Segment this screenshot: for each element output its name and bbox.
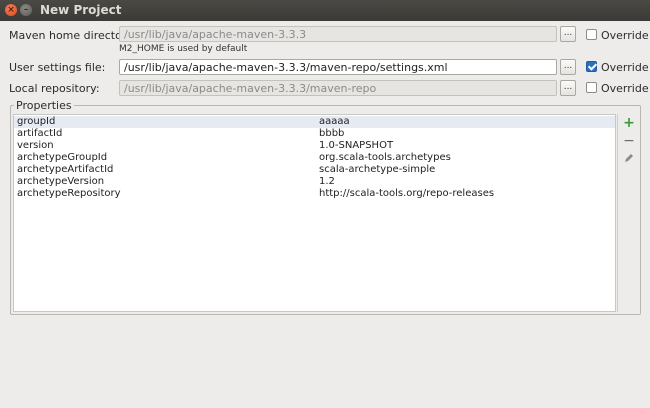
window-title: New Project [40,3,122,17]
local-repo-override-checkbox[interactable] [586,82,597,93]
maven-home-override-label: Override [601,29,649,42]
property-value[interactable]: aaaaa [319,116,350,128]
user-settings-browse-button[interactable]: ... [560,59,576,75]
close-icon[interactable]: × [5,4,17,16]
property-row[interactable]: archetypeGroupId org.scala-tools.archetyp… [14,152,615,164]
maven-home-browse-button[interactable]: ... [560,26,576,42]
property-value[interactable]: bbbb [319,128,344,140]
property-value[interactable]: http://scala-tools.org/repo-releases [319,188,494,200]
pencil-icon[interactable] [622,152,636,166]
property-key: archetypeVersion [17,176,105,187]
property-row[interactable]: version 1.0-SNAPSHOT [14,140,615,152]
property-key: archetypeRepository [17,188,121,199]
minus-icon[interactable]: − [622,134,636,148]
user-settings-label: User settings file: [9,61,106,74]
local-repo-field[interactable]: /usr/lib/java/apache-maven-3.3.3/maven-r… [119,80,557,96]
title-bar: × – New Project [0,0,650,21]
property-row[interactable]: groupId aaaaa [14,116,615,128]
user-settings-field[interactable]: /usr/lib/java/apache-maven-3.3.3/maven-r… [119,59,557,75]
property-row[interactable]: archetypeVersion 1.2 [14,176,615,188]
maven-home-field[interactable]: /usr/lib/java/apache-maven-3.3.3 [119,26,557,42]
property-value[interactable]: 1.0-SNAPSHOT [319,140,393,152]
pencil-icon-glyph [625,154,633,162]
local-repo-override-label: Override [601,82,649,95]
properties-table: groupId aaaaa artifactId bbbb version 1.0-SNA… [13,114,616,312]
minimize-icon[interactable]: – [20,4,32,16]
properties-title: Properties [14,99,74,112]
plus-icon[interactable]: + [622,116,636,130]
property-row[interactable]: archetypeRepository http://scala-tools.or… [14,188,615,200]
property-key: artifactId [17,128,63,139]
property-value[interactable]: org.scala-tools.archetypes [319,152,451,164]
property-key: archetypeGroupId [17,152,108,163]
property-value[interactable]: 1.2 [319,176,335,188]
local-repo-browse-button[interactable]: ... [560,80,576,96]
properties-toolbar: + − [617,114,640,312]
maven-home-override-checkbox[interactable] [586,29,597,40]
property-key: version [17,140,54,151]
user-settings-override-label: Override [601,61,649,74]
maven-home-label: Maven home directory: [9,29,136,42]
property-row[interactable]: archetypeArtifactId scala-archetype-simpl… [14,164,615,176]
property-value[interactable]: scala-archetype-simple [319,164,435,176]
user-settings-override-checkbox[interactable] [586,61,597,72]
property-row[interactable]: artifactId bbbb [14,128,615,140]
property-key: archetypeArtifactId [17,164,114,175]
maven-home-hint: M2_HOME is used by default [119,44,248,54]
local-repo-label: Local repository: [9,82,100,95]
property-key: groupId [17,116,56,127]
